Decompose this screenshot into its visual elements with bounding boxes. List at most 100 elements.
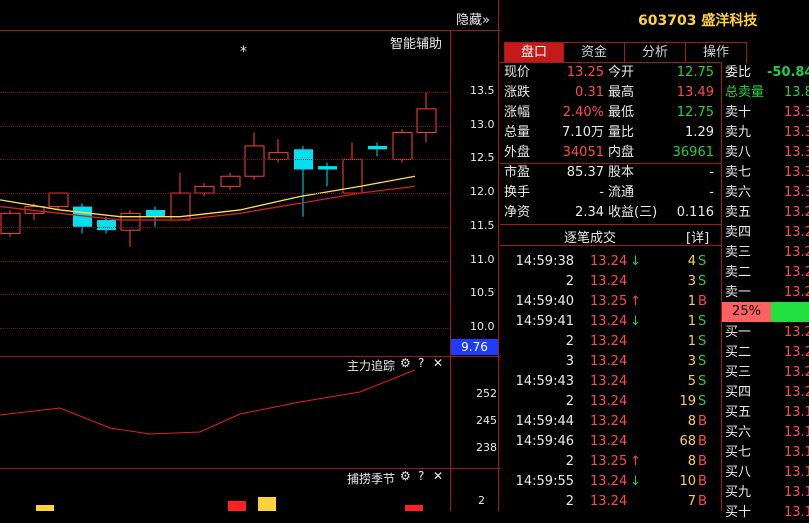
buy-level-row[interactable]: 买八 13.1	[722, 463, 809, 483]
quote-value: 34051	[562, 145, 604, 160]
buy-level-row[interactable]: 买五 13.1	[722, 403, 809, 423]
tick-side: S	[698, 254, 707, 269]
quote-value: 13.25	[566, 65, 604, 80]
buy-level-price: 13.1	[784, 445, 809, 460]
tick-time: 14:59:46	[515, 434, 574, 449]
quote-label: 今开	[608, 65, 635, 80]
tick-time: 2	[565, 454, 574, 469]
down-arrow-icon: ↓	[630, 254, 641, 269]
buy-level-row[interactable]: 买四 13.2	[722, 383, 809, 403]
hide-button[interactable]: 隐藏»	[456, 9, 490, 28]
gear-icon[interactable]: ⚙	[400, 356, 411, 370]
indicator1-tick: 252	[476, 387, 497, 400]
tick-row: 14:59:40 13.25 ↑ 1 B	[500, 292, 714, 312]
tab-funds[interactable]: 资金	[563, 42, 625, 63]
close-icon[interactable]: ✕	[433, 356, 443, 370]
quote-row: 涨跌 0.31 最高 13.49	[500, 83, 722, 103]
candle-body	[97, 220, 116, 231]
price-gridline	[0, 260, 450, 262]
buy-level-row[interactable]: 买七 13.1	[722, 443, 809, 463]
sell-level-row[interactable]: 卖五 13.2	[722, 203, 809, 223]
tick-volume: 68	[679, 434, 696, 449]
buy-level-row[interactable]: 买一 13.2	[722, 323, 809, 343]
buy-level-row[interactable]: 买九 13.1	[722, 483, 809, 503]
buy-level-row[interactable]: 买十 13.1	[722, 503, 809, 523]
tick-row: 14:59:41 13.24 ↓ 1 S	[500, 312, 714, 332]
tick-time: 14:59:55	[515, 474, 574, 489]
tick-row: 14:59:55 13.24 ↓ 10 B	[500, 472, 714, 492]
tick-side: S	[698, 314, 707, 329]
buy-level-price: 13.2	[784, 325, 809, 340]
help-icon[interactable]: ?	[418, 469, 424, 483]
sell-level-price: 13.2	[784, 285, 809, 300]
ticks-detail-link[interactable]: [详]	[686, 227, 709, 246]
tick-time: 2	[565, 394, 574, 409]
sell-level-row[interactable]: 卖九 13.3	[722, 123, 809, 143]
indicator2-title: 捕捞季节	[347, 472, 396, 486]
buy-level-price: 13.2	[784, 385, 809, 400]
stock-header: 603703 盛洋科技	[638, 10, 757, 30]
candle-body	[268, 152, 289, 160]
buy-level-row[interactable]: 买二 13.2	[722, 343, 809, 363]
tab-operate[interactable]: 操作	[685, 42, 747, 63]
sell-level-row[interactable]: 卖四 13.2	[722, 223, 809, 243]
tab-pankou[interactable]: 盘口	[504, 42, 564, 63]
tick-row: 2 13.24 3 S	[500, 272, 714, 292]
tick-row: 14:59:43 13.24 5 S	[500, 372, 714, 392]
ratio-bar-sell: 25%	[722, 302, 771, 322]
total-sell-row: 总卖量 13.8	[725, 85, 809, 100]
down-arrow-icon: ↓	[630, 314, 641, 329]
quote-label: 量比	[608, 125, 635, 140]
sell-level-row[interactable]: 卖三 13.2	[722, 243, 809, 263]
quote-value: -	[709, 185, 714, 200]
down-arrow-icon: ↓	[630, 474, 641, 489]
price-tick: 12.0	[470, 185, 495, 199]
sell-level-row[interactable]: 卖十 13.3	[722, 103, 809, 123]
sell-level-row[interactable]: 卖六 13.3	[722, 183, 809, 203]
sell-level-row[interactable]: 卖七 13.3	[722, 163, 809, 183]
quote-value: 12.75	[676, 65, 714, 80]
tab-analysis[interactable]: 分析	[624, 42, 686, 63]
indicator1-line	[0, 369, 416, 435]
buy-level-label: 买九	[725, 485, 752, 500]
help-icon[interactable]: ?	[418, 356, 424, 370]
tick-side: B	[698, 294, 707, 309]
sell-level-row[interactable]: 卖二 13.2	[722, 263, 809, 283]
sell-level-price: 13.3	[784, 105, 809, 120]
tick-time: 2	[565, 334, 574, 349]
indicator1-tick: 245	[476, 414, 497, 427]
price-gridline	[0, 193, 450, 195]
buy-level-label: 买七	[725, 445, 752, 460]
gear-icon[interactable]: ⚙	[400, 469, 411, 483]
tick-side: S	[698, 274, 707, 289]
sell-level-row[interactable]: 卖一 13.2	[722, 283, 809, 303]
quote-value: 36961	[672, 145, 714, 160]
tick-volume: 7	[687, 494, 696, 509]
price-tick: 10.0	[470, 319, 495, 333]
quote-label: 涨幅	[504, 105, 531, 120]
price-gridline	[0, 125, 450, 127]
tick-side: B	[698, 494, 707, 509]
quote-value: 85.37	[566, 165, 604, 180]
tick-volume: 1	[687, 314, 696, 329]
buy-level-row[interactable]: 买三 13.2	[722, 363, 809, 383]
stock-name: 盛洋科技	[701, 13, 758, 29]
quote-label: 现价	[504, 65, 531, 80]
chart-area[interactable]: 隐藏» 智能辅助 * 13.5 13.0 12.5 12.0 11.5 11.0 10.5 1…	[0, 0, 500, 511]
sell-level-label: 卖二	[725, 265, 752, 280]
price-tick: 13.0	[470, 117, 495, 131]
buy-level-row[interactable]: 买六 13.1	[722, 423, 809, 443]
indicator2-tick: 2	[478, 494, 485, 507]
buy-level-label: 买十	[725, 505, 752, 520]
up-arrow-icon: ↑	[630, 454, 641, 469]
buy-level-price: 13.1	[784, 465, 809, 480]
close-icon[interactable]: ✕	[433, 469, 443, 483]
sell-level-row[interactable]: 卖八 13.3	[722, 143, 809, 163]
buy-level-label: 买三	[725, 365, 752, 380]
quote-value: -	[709, 165, 714, 180]
sell-level-label: 卖四	[725, 225, 752, 240]
tick-price: 13.24	[590, 314, 628, 329]
tick-volume: 8	[687, 454, 696, 469]
quote-label: 总量	[504, 125, 531, 140]
tick-volume: 4	[687, 254, 696, 269]
